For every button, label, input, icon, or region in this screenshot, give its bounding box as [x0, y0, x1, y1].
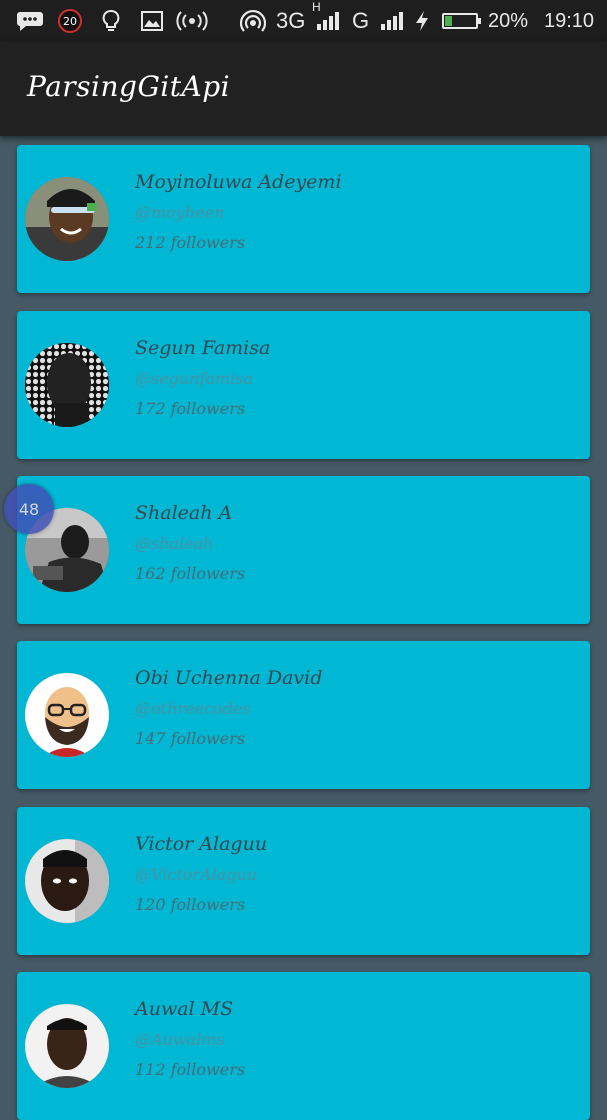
image-icon: [141, 0, 163, 42]
user-followers: 162 followers: [135, 564, 246, 583]
user-name: Auwal MS: [135, 998, 234, 1020]
user-name: Shaleah A: [135, 502, 233, 524]
user-followers: 172 followers: [135, 399, 246, 418]
user-name: Moyinoluwa Adeyemi: [135, 171, 342, 193]
user-handle: @segunfamisa: [135, 369, 254, 388]
user-card[interactable]: Victor Alaguu @VictorAlaguu 120 follower…: [17, 807, 590, 955]
user-card[interactable]: Moyinoluwa Adeyemi @moyheen 212 follower…: [17, 145, 590, 293]
user-followers: 147 followers: [135, 729, 246, 748]
clock: 19:10: [544, 9, 595, 32]
signal-icon-2: [380, 0, 404, 42]
app-title: ParsingGitApi: [27, 70, 231, 103]
app-bar: ParsingGitApi: [0, 42, 607, 136]
battery-percent: 20%: [488, 9, 529, 32]
user-card[interactable]: Segun Famisa @segunfamisa 172 followers: [17, 311, 590, 459]
user-followers: 120 followers: [135, 895, 246, 914]
status-bar: 20 3G H G 20% 19:10: [0, 0, 607, 42]
user-handle: @shaleah: [135, 534, 214, 553]
floating-assist-bubble[interactable]: 48: [4, 484, 54, 534]
user-name: Segun Famisa: [135, 337, 271, 359]
user-name: Victor Alaguu: [135, 833, 268, 855]
user-followers: 112 followers: [135, 1060, 246, 1079]
avatar: [25, 673, 109, 757]
message-icon: [16, 0, 44, 42]
user-card[interactable]: Shaleah A @shaleah 162 followers: [17, 476, 590, 624]
user-followers: 212 followers: [135, 233, 246, 252]
avatar: [25, 343, 109, 427]
user-card[interactable]: Obi Uchenna David @othreecodes 147 follo…: [17, 641, 590, 789]
notification-count-badge: 20: [58, 0, 82, 42]
charging-icon: [414, 0, 430, 42]
avatar: [25, 1004, 109, 1088]
lightbulb-icon: [101, 0, 121, 42]
avatar: [25, 177, 109, 261]
avatar: [25, 839, 109, 923]
user-handle: @VictorAlaguu: [135, 865, 258, 884]
user-handle: @othreecodes: [135, 699, 251, 718]
user-handle: @Auwalms: [135, 1030, 225, 1049]
user-handle: @moyheen: [135, 203, 225, 222]
network-type-label: 3G: [276, 8, 306, 33]
hotspot-icon: [176, 0, 208, 42]
battery-icon: [442, 0, 481, 42]
wifi-icon: [240, 0, 266, 42]
signal-icon-1: [316, 0, 340, 42]
user-name: Obi Uchenna David: [135, 667, 323, 689]
carrier-g-label: G: [352, 8, 370, 33]
user-card[interactable]: Auwal MS @Auwalms 112 followers: [17, 972, 590, 1120]
